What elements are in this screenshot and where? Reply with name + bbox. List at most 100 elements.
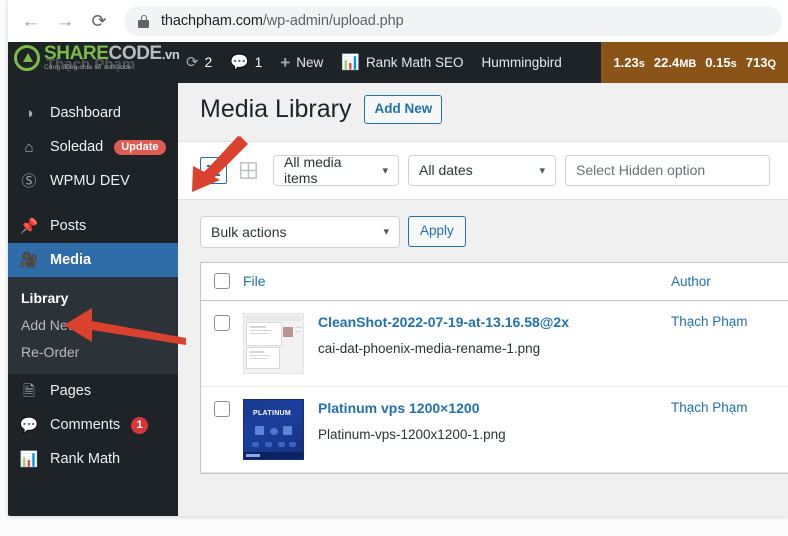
file-info: Platinum vps 1200×1200 Platinum-vps-1200… [318, 399, 506, 445]
table-nav-top: Bulk actions ▾ Apply [200, 200, 788, 262]
comments-count: 1 [254, 55, 263, 70]
perf-db-time: 0.15s [705, 55, 737, 70]
pages-icon: 🗎 [22, 382, 36, 400]
hidden-option-select[interactable]: Select Hidden option [565, 154, 770, 186]
page-header: Media Library Add New [200, 93, 788, 133]
rank-math-icon: 📊 [341, 54, 360, 71]
file-name-text: cai-dat-phoenix-media-rename-1.png [318, 341, 541, 357]
adminbar-updates[interactable]: ⟳ 2 [177, 42, 221, 83]
home-icon: ⌂ [24, 138, 34, 156]
adminbar-rank-math[interactable]: 📊 Rank Math SEO [332, 42, 472, 83]
adminbar-comments[interactable]: 💬 1 [221, 42, 271, 83]
adminbar-rank-math-label: Rank Math SEO [365, 55, 464, 70]
row-select-cell [201, 387, 243, 417]
plus-icon: + [280, 53, 291, 72]
sidebar-item-wpmu-dev[interactable]: Ⓢ WPMU DEV [8, 164, 178, 198]
file-title-link[interactable]: Platinum vps 1200×1200 [318, 399, 506, 418]
sidebar-item-pages[interactable]: 🗎 Pages [8, 374, 178, 408]
sidebar-item-label: Posts [50, 218, 87, 234]
adminbar-site-name[interactable] [8, 42, 177, 83]
select-all-cell [201, 273, 243, 289]
column-header-file[interactable]: File [243, 273, 671, 289]
grid-view-icon[interactable] [236, 158, 261, 183]
admin-sidebar: ◑ Dashboard ⌂ Soledad Update Ⓢ WPMU DEV … [8, 83, 186, 516]
perf-queries: 713Q [745, 55, 776, 70]
screenshot-thumbnail[interactable] [243, 312, 304, 374]
updates-count: 2 [204, 55, 213, 70]
bulk-actions-select[interactable]: Bulk actions ▾ [200, 215, 400, 248]
page-viewport: ⟳ 2 💬 1 + New 📊 Rank Math SEO Hummingbir… [8, 42, 788, 516]
media-items-filter-select[interactable]: All media items ▾ [273, 154, 399, 186]
sidebar-subitem-re-order[interactable]: Re-Order [8, 338, 178, 365]
list-view-icon[interactable] [200, 156, 227, 184]
file-info: CleanShot-2022-07-19-at-13.16.58@2x cai-… [318, 313, 569, 359]
url-host: thachpham.com [161, 13, 263, 29]
adminbar-new-content[interactable]: + New [271, 42, 332, 83]
sidebar-item-media[interactable]: 🎥 Media [8, 243, 186, 277]
dashboard-icon: ◑ [24, 104, 34, 122]
adminbar-new-label: New [296, 55, 324, 70]
sidebar-item-rank-math[interactable]: 📊 Rank Math [8, 442, 178, 476]
pin-icon: 📌 [19, 217, 39, 235]
apply-button[interactable]: Apply [408, 216, 466, 247]
perf-memory: 22.4MB [653, 55, 697, 70]
sidebar-item-label: Dashboard [50, 105, 121, 121]
hidden-option-value: Select Hidden option [576, 162, 706, 178]
media-items-filter-value: All media items [284, 154, 342, 186]
sidebar-item-comments[interactable]: 💬 Comments 1 [8, 408, 178, 442]
file-title-link[interactable]: CleanShot-2022-07-19-at-13.16.58@2x [318, 313, 569, 332]
row-checkbox[interactable] [214, 314, 230, 331]
rank-math-icon: 📊 [19, 450, 39, 468]
view-switch [200, 156, 261, 184]
table-row: CleanShot-2022-07-19-at-13.16.58@2x cai-… [201, 301, 788, 387]
comment-bubble-icon: 💬 [230, 54, 249, 71]
media-table: File Author CleanShot-2022-07-19-at-13.1… [200, 261, 788, 474]
reload-icon[interactable]: ⟳ [82, 4, 116, 38]
row-select-cell [201, 301, 243, 331]
chevron-down-icon: ▾ [383, 226, 389, 238]
media-icon: 🎥 [19, 251, 39, 269]
author-cell[interactable]: Thạch Phạm [671, 387, 788, 415]
platinum-vps-thumbnail[interactable]: PLATINUM [243, 398, 304, 460]
sidebar-item-label: Soledad [50, 139, 104, 155]
chevron-down-icon: ▾ [539, 164, 545, 177]
url-text: thachpham.com/wp-admin/upload.php [161, 13, 404, 29]
sidebar-item-posts[interactable]: 📌 Posts [8, 209, 178, 243]
forward-arrow-icon[interactable]: → [48, 4, 82, 38]
add-new-button[interactable]: Add New [364, 94, 443, 124]
sidebar-item-label: Rank Math [50, 451, 121, 467]
sidebar-subitem-library[interactable]: Library [8, 284, 178, 311]
author-cell[interactable]: Thạch Phạm [671, 301, 788, 329]
sidebar-item-dashboard[interactable]: ◑ Dashboard [8, 96, 178, 130]
main-content: Media Library Add New All media items ▾ … [178, 83, 788, 516]
table-row: PLATINUM Platinum vps 1200×1200 Platinum… [201, 387, 788, 473]
wpmu-dev-icon: Ⓢ [21, 172, 37, 190]
back-arrow-icon[interactable]: ← [14, 4, 48, 38]
dates-filter-select[interactable]: All dates ▾ [408, 154, 556, 186]
screenshot-root: ← → ⟳ thachpham.com/wp-admin/upload.php … [0, 0, 788, 536]
media-submenu: Library Add New Re-Order [8, 277, 178, 374]
soledad-update-badge: Update [114, 139, 166, 155]
comments-count-badge: 1 [131, 416, 149, 434]
address-bar[interactable]: thachpham.com/wp-admin/upload.php [124, 6, 782, 36]
file-cell: CleanShot-2022-07-19-at-13.16.58@2x cai-… [243, 301, 671, 386]
dates-filter-value: All dates [419, 162, 473, 178]
content-wrap: Media Library Add New All media items ▾ … [178, 83, 788, 474]
file-name-text: Platinum-vps-1200x1200-1.png [318, 427, 506, 443]
column-header-author[interactable]: Author [671, 274, 788, 289]
lock-icon [138, 14, 149, 28]
row-checkbox[interactable] [214, 400, 230, 417]
select-all-checkbox[interactable] [214, 273, 230, 289]
wp-admin-bar: ⟳ 2 💬 1 + New 📊 Rank Math SEO Hummingbir… [8, 42, 788, 83]
platinum-thumb-logo: PLATINUM [253, 409, 292, 417]
browser-toolbar: ← → ⟳ thachpham.com/wp-admin/upload.php [8, 0, 788, 42]
sidebar-item-label: WPMU DEV [50, 173, 130, 189]
chevron-down-icon: ▾ [382, 164, 388, 177]
adminbar-hummingbird[interactable]: Hummingbird [472, 42, 570, 83]
adminbar-performance-metrics[interactable]: 1.23s 22.4MB 0.15s 713Q [601, 42, 788, 83]
file-cell: PLATINUM Platinum vps 1200×1200 Platinum… [243, 387, 671, 472]
sidebar-item-soledad[interactable]: ⌂ Soledad Update [8, 130, 178, 164]
sidebar-subitem-add-new[interactable]: Add New [8, 311, 178, 338]
sidebar-item-label: Comments [50, 417, 121, 433]
browser-window: ← → ⟳ thachpham.com/wp-admin/upload.php … [8, 0, 788, 516]
